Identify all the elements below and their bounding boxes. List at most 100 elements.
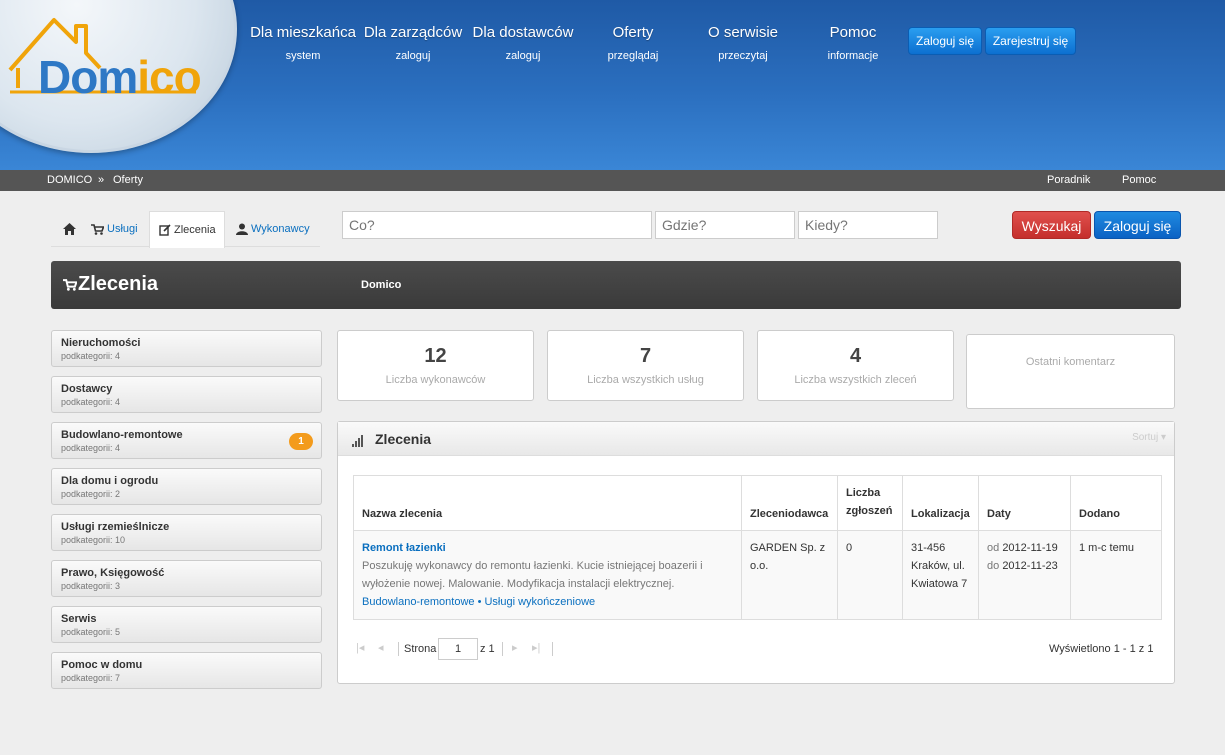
category-subcount: podkategorii: 2 (61, 489, 121, 499)
table-row: Remont łazienki Poszukuję wykonawcy do r… (353, 530, 1162, 620)
page-label: Strona (404, 643, 437, 655)
header-register-button[interactable]: Zarejestruj się (985, 27, 1076, 55)
stat-contractors: 12 Liczba wykonawców (337, 330, 534, 401)
stat-value: 7 (639, 345, 652, 367)
cart-icon (63, 278, 78, 291)
order-tags[interactable]: Budowlano-remontowe • Usługi wykończenio… (362, 593, 733, 611)
signal-bars-icon (352, 435, 364, 447)
stat-value: 12 (424, 345, 447, 367)
order-added: 1 m-c temu (1070, 530, 1162, 620)
section-title: Zlecenia (63, 273, 158, 296)
category-subcount: podkategorii: 4 (61, 443, 121, 453)
category-item[interactable]: Dostawcy podkategorii: 4 (51, 376, 322, 413)
when-search-input[interactable] (798, 211, 938, 239)
column-header[interactable]: Zleceniodawca (741, 475, 838, 531)
column-header[interactable]: Lokalizacja (902, 475, 979, 531)
column-header[interactable]: Nazwa zlecenia (353, 475, 742, 531)
category-subcount: podkategorii: 7 (61, 673, 121, 683)
tab-services[interactable]: Usługi (91, 211, 147, 247)
prev-page-icon[interactable]: ◂ (378, 641, 384, 654)
nav-title: Dla zarządców (363, 24, 463, 41)
page-total: z 1 (480, 643, 495, 655)
home-icon (62, 223, 76, 236)
orders-panel: Zlecenia Sortuj ▾ Nazwa zlecenia Zleceni… (337, 421, 1175, 684)
nav-title: O serwisie (707, 24, 778, 41)
search-button[interactable]: Wyszukaj (1012, 211, 1091, 239)
stat-last-comment: Ostatni komentarz (966, 334, 1175, 409)
nav-help[interactable]: Pomoc informacje (793, 24, 913, 62)
chevron-down-icon: ▾ (1160, 432, 1166, 443)
nav-subtitle: zaloguj (505, 50, 541, 62)
edit-icon (159, 224, 171, 236)
category-item[interactable]: Budowlano-remontowe podkategorii: 4 1 (51, 422, 322, 459)
table-header-row: Nazwa zlecenia Zleceniodawca Liczba zgło… (353, 475, 1162, 531)
section-subtitle: Domico (361, 279, 402, 291)
date-from-label: od (987, 542, 1000, 554)
order-dates: od 2012-11-19 do 2012-11-23 (978, 530, 1071, 620)
category-item[interactable]: Dla domu i ogrodu podkategorii: 2 (51, 468, 322, 505)
where-search-input[interactable] (655, 211, 795, 239)
sort-dropdown[interactable]: Sortuj ▾ (1132, 432, 1166, 443)
pagination: |◂ ◂ Strona 1 z 1 ▸ ▸| Wyświetlono 1 - 1… (356, 638, 1156, 662)
order-title-link[interactable]: Remont łazienki (362, 539, 733, 557)
first-page-icon[interactable]: |◂ (356, 641, 364, 654)
section-header-bar: Zlecenia Domico (51, 261, 1181, 309)
nav-subtitle: system (285, 50, 321, 62)
tab-home[interactable] (57, 211, 81, 247)
breadcrumb-home[interactable]: DOMICO (47, 170, 92, 191)
category-item[interactable]: Serwis podkategorii: 5 (51, 606, 322, 643)
cart-icon (91, 223, 105, 235)
login-button[interactable]: Zaloguj się (1094, 211, 1181, 239)
order-description: Poszukuję wykonawcy do remontu łazienki.… (362, 560, 703, 590)
nav-offers[interactable]: Oferty przeglądaj (573, 24, 693, 62)
order-client: GARDEN Sp. z o.o. (741, 530, 838, 620)
header-login-button[interactable]: Zaloguj się (908, 27, 982, 55)
column-header[interactable]: Dodano (1070, 475, 1162, 531)
nav-title: Pomoc (829, 24, 877, 41)
divider (502, 642, 503, 656)
last-page-icon[interactable]: ▸| (532, 641, 540, 654)
nav-about[interactable]: O serwisie przeczytaj (683, 24, 803, 62)
category-subcount: podkategorii: 4 (61, 351, 121, 361)
section-tabs: Usługi Zlecenia Wykonawcy (51, 211, 320, 248)
stat-orders: 4 Liczba wszystkich zleceń (757, 330, 954, 401)
category-subcount: podkategorii: 10 (61, 535, 126, 545)
stat-label: Liczba wszystkich zleceń (794, 374, 917, 386)
column-header[interactable]: Daty (978, 475, 1071, 531)
category-name: Budowlano-remontowe (61, 429, 183, 441)
category-name: Usługi rzemieślnicze (61, 521, 170, 533)
category-item[interactable]: Pomoc w domu podkategorii: 7 (51, 652, 322, 689)
nav-subtitle: zaloguj (395, 50, 431, 62)
page-number-input[interactable]: 1 (438, 638, 478, 660)
what-search-input[interactable] (342, 211, 652, 239)
category-item[interactable]: Prawo, Księgowość podkategorii: 3 (51, 560, 322, 597)
nav-subtitle: przeglądaj (607, 50, 659, 62)
nav-suppliers[interactable]: Dla dostawców zaloguj (463, 24, 583, 62)
logo-text: Domico (38, 51, 202, 103)
category-count-badge: 1 (289, 433, 313, 450)
section-title-text: Zlecenia (78, 273, 159, 295)
nav-managers[interactable]: Dla zarządców zaloguj (353, 24, 473, 62)
tab-label: Usługi (107, 223, 138, 235)
stat-value: 4 (849, 345, 862, 367)
user-icon (236, 223, 248, 236)
orders-table: Nazwa zlecenia Zleceniodawca Liczba zgło… (353, 475, 1162, 620)
stat-label: Ostatni komentarz (1025, 356, 1116, 368)
category-item[interactable]: Nieruchomości podkategorii: 4 (51, 330, 322, 367)
nav-title: Dla mieszkańca (250, 24, 356, 41)
pager-summary: Wyświetlono 1 - 1 z 1 (1049, 643, 1154, 655)
stat-services: 7 Liczba wszystkich usług (547, 330, 744, 401)
guide-link[interactable]: Poradnik (1047, 170, 1090, 191)
tab-orders[interactable]: Zlecenia (149, 211, 225, 248)
category-name: Pomoc w domu (61, 659, 143, 671)
order-cell: Remont łazienki Poszukuję wykonawcy do r… (353, 530, 742, 620)
column-header[interactable]: Liczba zgłoszeń (837, 475, 903, 531)
category-subcount: podkategorii: 3 (61, 581, 121, 591)
next-page-icon[interactable]: ▸ (512, 641, 518, 654)
tab-contractors[interactable]: Wykonawcy (236, 211, 320, 247)
nav-residents[interactable]: Dla mieszkańca system (243, 24, 363, 62)
nav-subtitle: przeczytaj (718, 50, 768, 62)
help-link[interactable]: Pomoc (1122, 170, 1156, 191)
category-item[interactable]: Usługi rzemieślnicze podkategorii: 10 (51, 514, 322, 551)
domico-logo[interactable]: Domico (6, 12, 206, 103)
